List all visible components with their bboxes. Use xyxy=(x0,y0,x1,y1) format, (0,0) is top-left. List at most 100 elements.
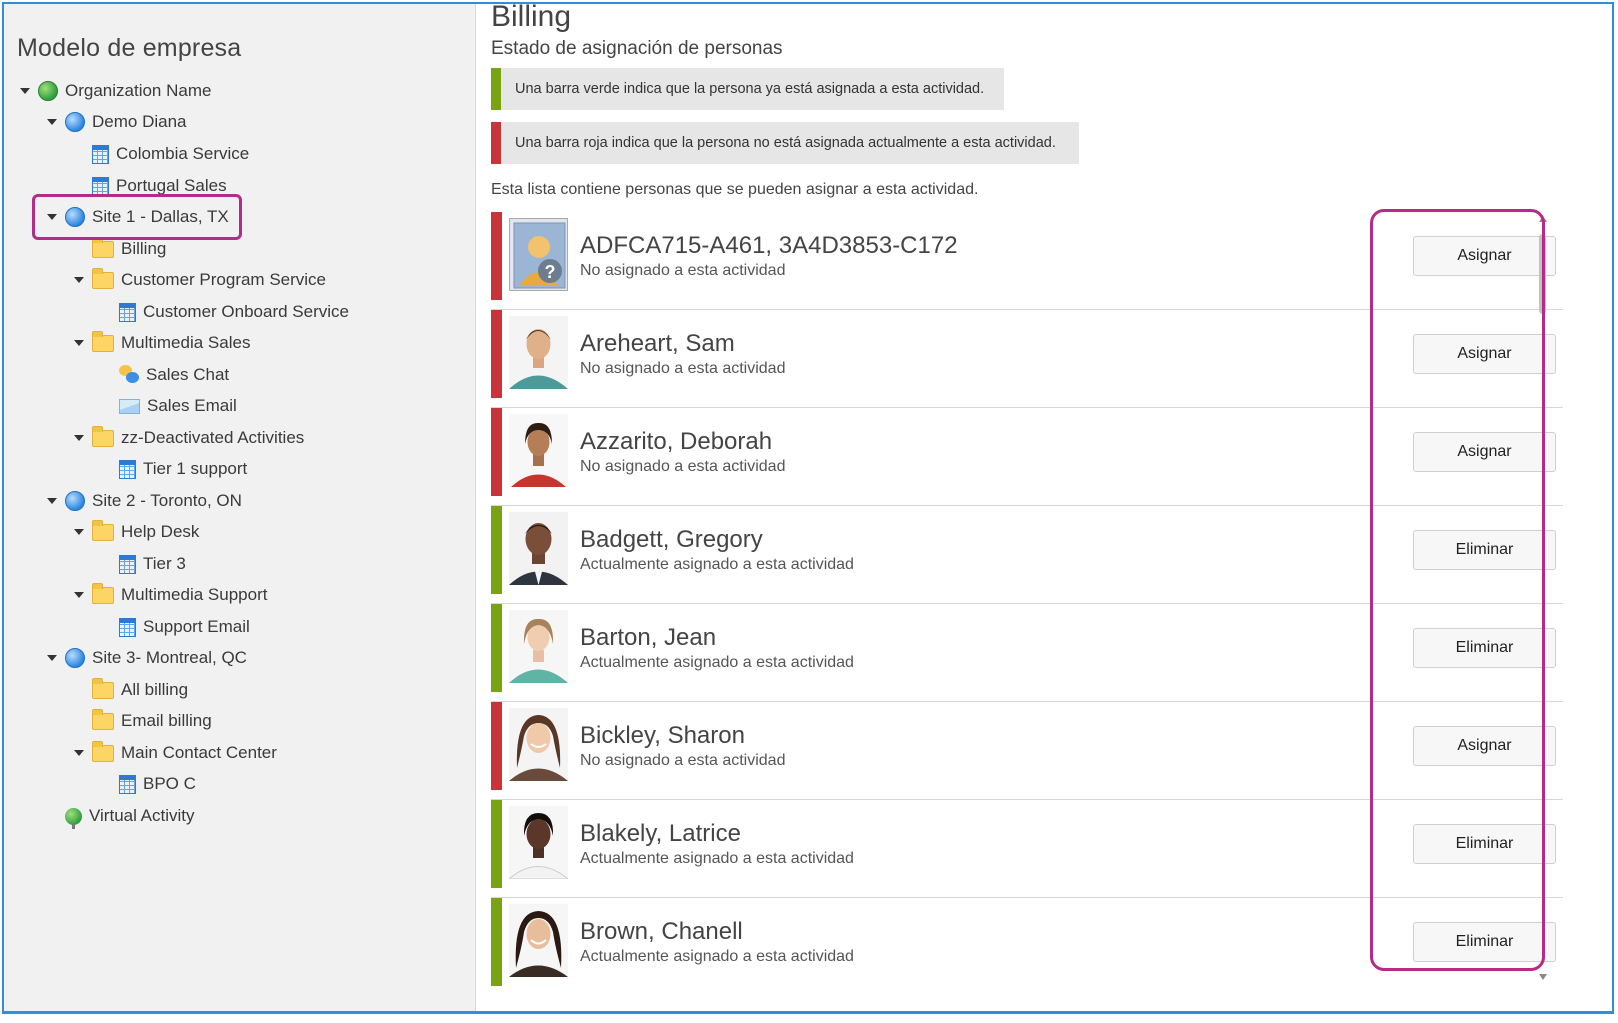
site-globe-icon xyxy=(65,112,85,132)
site-selection-highlight xyxy=(32,194,242,240)
assignment-status-bar xyxy=(491,506,502,594)
tree-node-sales-chat[interactable]: Sales Chat xyxy=(99,362,229,388)
tree-node-email-billing[interactable]: Email billing xyxy=(72,708,212,734)
legend-assigned: Una barra verde indica que la persona ya… xyxy=(491,68,1004,110)
tree-node-bpo-c[interactable]: BPO C xyxy=(99,771,196,797)
activity-icon xyxy=(92,144,109,164)
expand-caret-icon[interactable] xyxy=(72,431,86,445)
folder-icon xyxy=(92,330,114,352)
tree-node-customer-onboard-service[interactable]: Customer Onboard Service xyxy=(99,299,349,325)
tree-node-label: Tier 1 support xyxy=(143,459,248,478)
person-status: Actualmente asignado a esta actividad xyxy=(580,948,854,965)
list-caption: Esta lista contiene personas que se pued… xyxy=(491,181,979,198)
tree-node-sales-email[interactable]: Sales Email xyxy=(99,393,237,419)
expand-caret-icon[interactable] xyxy=(72,588,86,602)
person-photo-avatar xyxy=(509,316,568,389)
assignment-status-bar xyxy=(491,898,502,986)
tree-node-site-3-montreal[interactable]: Site 3- Montreal, QC xyxy=(45,645,247,671)
page-subtitle: Estado de asignación de personas xyxy=(491,38,783,59)
tree-node-help-desk[interactable]: Help Desk xyxy=(72,519,199,545)
assignment-status-bar xyxy=(491,408,502,496)
tree-node-multimedia-support[interactable]: Multimedia Support xyxy=(72,582,267,608)
assignment-status-bar xyxy=(491,310,502,398)
person-name: Barton, Jean xyxy=(580,624,717,651)
email-icon xyxy=(119,398,140,414)
tree-node-label: Billing xyxy=(121,239,167,258)
person-status: Actualmente asignado a esta actividad xyxy=(580,654,854,671)
tree-node-label: Support Email xyxy=(143,617,250,636)
activity-icon xyxy=(119,554,136,574)
tree-node-tier-3[interactable]: Tier 3 xyxy=(99,551,186,577)
person-status: Actualmente asignado a esta actividad xyxy=(580,850,854,867)
tree-node-all-billing[interactable]: All billing xyxy=(72,677,188,703)
folder-icon xyxy=(92,740,114,762)
scroll-down-arrow-icon[interactable] xyxy=(1539,974,1547,980)
person-name: Badgett, Gregory xyxy=(580,526,763,553)
tree-node-site-2-toronto[interactable]: Site 2 - Toronto, ON xyxy=(45,488,242,514)
tree-node-label: zz-Deactivated Activities xyxy=(121,428,305,447)
folder-icon xyxy=(92,582,114,604)
folder-icon xyxy=(92,267,114,289)
expand-caret-icon[interactable] xyxy=(45,115,59,129)
activity-icon xyxy=(119,459,136,479)
folder-icon xyxy=(92,677,114,699)
tree-node-zz-deactivated[interactable]: zz-Deactivated Activities xyxy=(72,425,304,451)
folder-icon xyxy=(92,236,114,258)
assignment-status-bar xyxy=(491,212,502,300)
person-name: Bickley, Sharon xyxy=(580,722,745,749)
tree-node-main-contact-center[interactable]: Main Contact Center xyxy=(72,740,277,766)
tree-node-organization[interactable]: Organization Name xyxy=(18,78,211,104)
folder-icon xyxy=(92,425,114,447)
tree-node-label: Portugal Sales xyxy=(116,176,227,195)
activity-icon xyxy=(119,302,136,322)
assignment-panel: Billing Estado de asignación de personas… xyxy=(477,4,1612,1011)
expand-caret-icon[interactable] xyxy=(72,746,86,760)
tree-node-label: Customer Program Service xyxy=(121,270,327,289)
enterprise-model-sidebar: Modelo de empresa Organization Name Demo… xyxy=(4,4,476,1011)
tree-node-label: Site 3- Montreal, QC xyxy=(92,648,247,667)
tree-node-label: Organization Name xyxy=(65,81,212,100)
tree-node-demo-diana[interactable]: Demo Diana xyxy=(45,109,187,135)
expand-caret-icon[interactable] xyxy=(72,525,86,539)
person-photo-avatar xyxy=(509,708,568,781)
tree-node-label: Tier 3 xyxy=(143,554,186,573)
tree-node-support-email[interactable]: Support Email xyxy=(99,614,250,640)
person-photo-avatar xyxy=(509,610,568,683)
org-globe-icon xyxy=(38,81,58,101)
page-title: Billing xyxy=(491,2,572,33)
tree-node-label: Email billing xyxy=(121,711,212,730)
tree-node-label: Sales Email xyxy=(147,396,237,415)
expand-caret-icon[interactable] xyxy=(18,84,32,98)
folder-icon xyxy=(92,519,114,541)
legend-assigned-text: Una barra verde indica que la persona ya… xyxy=(515,81,985,97)
assignment-status-bar xyxy=(491,702,502,790)
site-globe-icon xyxy=(65,491,85,511)
tree-node-label: Help Desk xyxy=(121,522,200,541)
application-window: Modelo de empresa Organization Name Demo… xyxy=(2,2,1614,1014)
tree-node-customer-program-service[interactable]: Customer Program Service xyxy=(72,267,326,293)
person-status: No asignado a esta actividad xyxy=(580,360,786,377)
tree-node-label: Multimedia Sales xyxy=(121,333,251,352)
tree-node-multimedia-sales[interactable]: Multimedia Sales xyxy=(72,330,250,356)
legend-unassigned: Una barra roja indica que la persona no … xyxy=(491,122,1079,164)
folder-icon xyxy=(92,708,114,730)
tree-node-label: Multimedia Support xyxy=(121,585,268,604)
tree-node-tier-1-support[interactable]: Tier 1 support xyxy=(99,456,247,482)
tree-node-label: Site 2 - Toronto, ON xyxy=(92,491,242,510)
person-name: Areheart, Sam xyxy=(580,330,735,357)
tree-node-label: BPO C xyxy=(143,774,196,793)
person-name: Brown, Chanell xyxy=(580,918,743,945)
assignment-status-bar xyxy=(491,800,502,888)
tree-node-label: Customer Onboard Service xyxy=(143,302,349,321)
expand-caret-icon[interactable] xyxy=(45,494,59,508)
tree-node-label: Virtual Activity xyxy=(89,806,195,825)
person-name: Blakely, Latrice xyxy=(580,820,741,847)
expand-caret-icon[interactable] xyxy=(72,273,86,287)
expand-caret-icon[interactable] xyxy=(45,651,59,665)
svg-text:?: ? xyxy=(545,262,556,282)
tree-node-colombia-service[interactable]: Colombia Service xyxy=(72,141,249,167)
tree-node-virtual-activity[interactable]: Virtual Activity xyxy=(45,803,195,829)
person-status: Actualmente asignado a esta actividad xyxy=(580,556,854,573)
expand-caret-icon[interactable] xyxy=(72,336,86,350)
legend-unassigned-text: Una barra roja indica que la persona no … xyxy=(515,135,1056,151)
